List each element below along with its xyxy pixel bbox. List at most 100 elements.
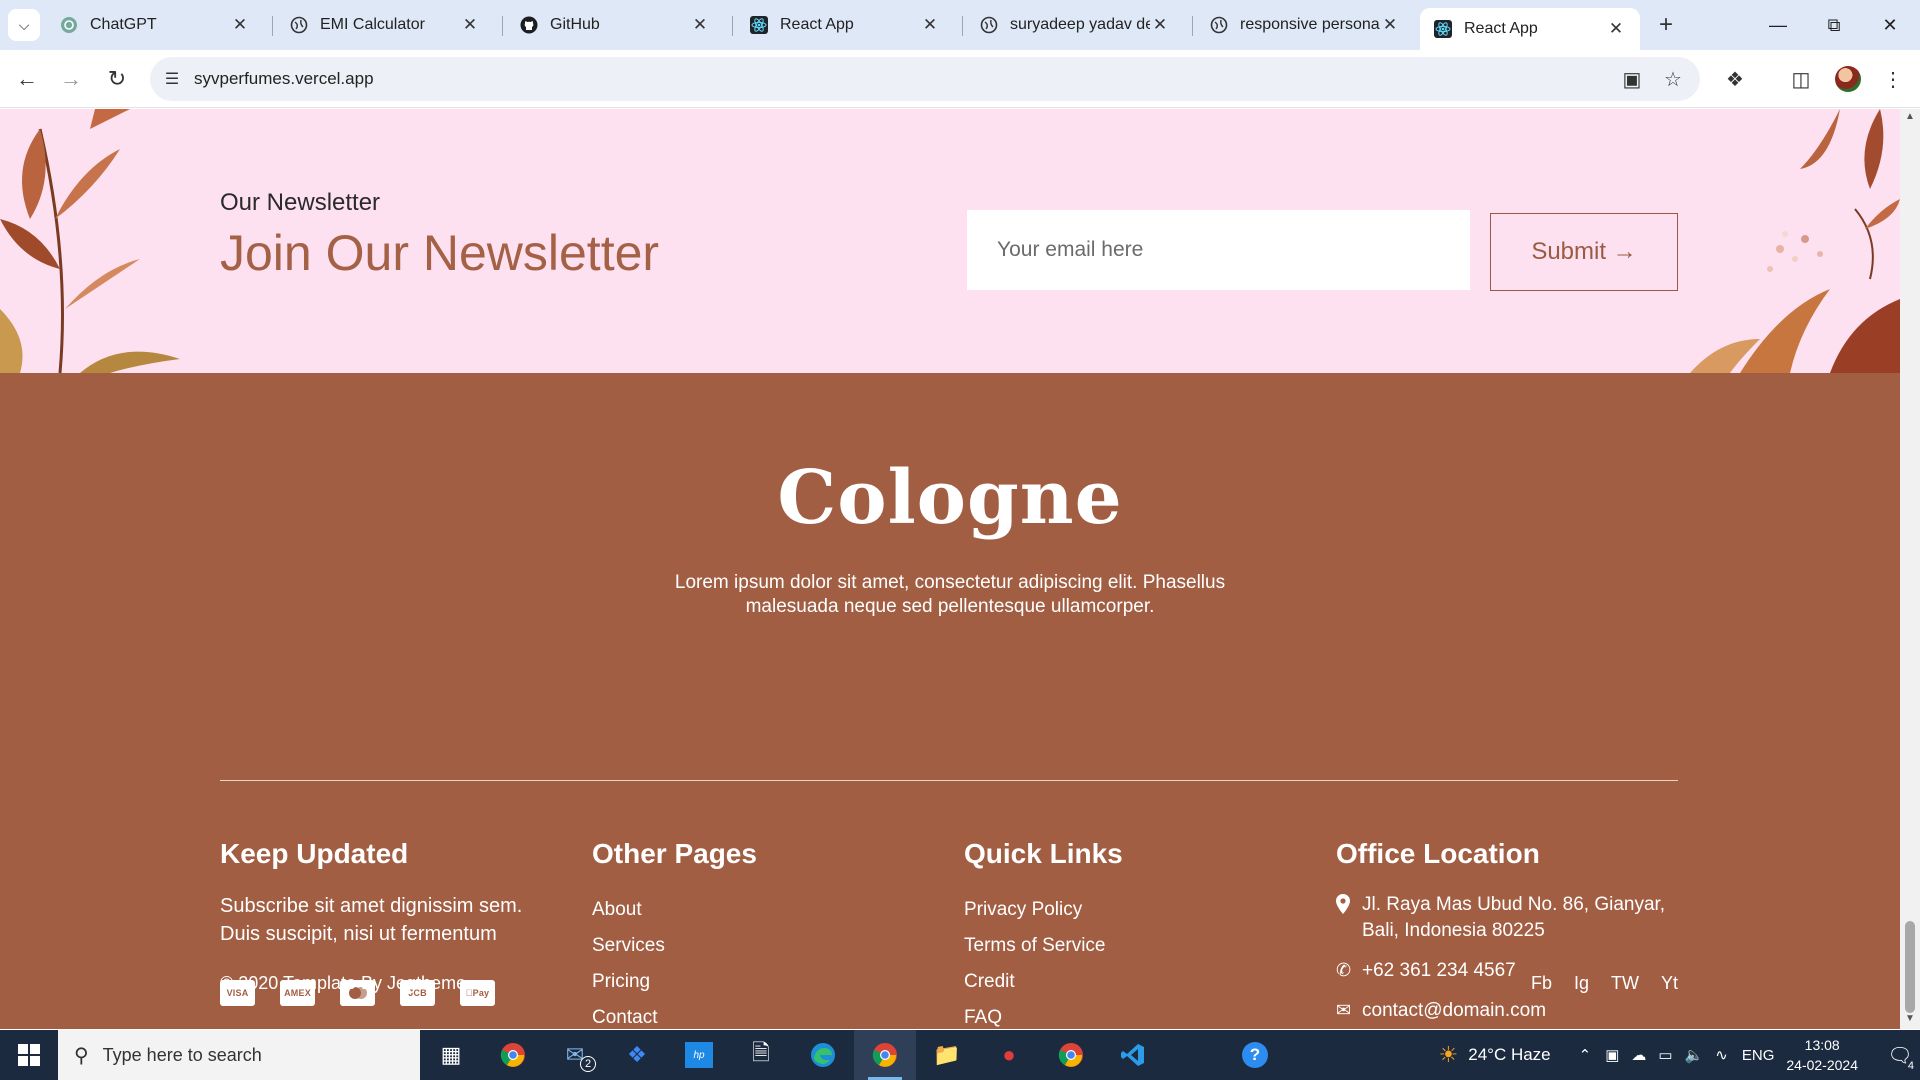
social-link-youtube[interactable]: Yt [1661, 973, 1678, 994]
taskbar-mail[interactable]: ✉ 2 [544, 1030, 606, 1080]
reload-button[interactable]: ↻ [100, 62, 134, 96]
tab-chatgpt[interactable]: ChatGPT ✕ [46, 8, 264, 42]
keep-updated-text: Subscribe sit amet dignissim sem. Duis s… [220, 895, 523, 945]
footer-divider [220, 780, 1678, 781]
tab-react-app[interactable]: React App ✕ [736, 8, 954, 42]
scroll-down-icon[interactable]: ▼ [1904, 1013, 1916, 1024]
menu-kebab-icon[interactable]: ⋮ [1878, 64, 1908, 94]
minimize-icon: — [1769, 14, 1787, 35]
scrollbar-thumb[interactable] [1905, 921, 1915, 1013]
url-text[interactable]: syvperfumes.vercel.app [194, 69, 374, 89]
link-credit[interactable]: Credit [964, 964, 1123, 1000]
site-settings-icon[interactable]: ☰ [150, 69, 194, 89]
system-tray: ☀ 24°C Haze ⌃ ▣ ☁ ▭ 🔈 ∿ ENG 13:08 24-02-… [1439, 1030, 1920, 1080]
taskbar-clock[interactable]: 13:08 24-02-2024 [1786, 1035, 1858, 1075]
dropbox-icon: ❖ [627, 1042, 647, 1067]
github-icon [520, 16, 538, 34]
link-about[interactable]: About [592, 892, 757, 928]
tab-suryadeep-yadav[interactable]: suryadeep yadav dev ✕ [966, 8, 1184, 42]
close-icon[interactable]: ✕ [1606, 19, 1626, 39]
taskbar-vscode[interactable] [1102, 1030, 1164, 1080]
address-bar[interactable]: ☰ syvperfumes.vercel.app ▣ ☆ [150, 57, 1700, 101]
copyright-text: © 2020 Template By Jegtheme [220, 973, 467, 993]
language-indicator[interactable]: ENG [1742, 1047, 1775, 1064]
notification-center[interactable]: 🗨 4 [1880, 1043, 1920, 1072]
taskbar-help[interactable]: ? [1224, 1030, 1286, 1080]
tab-search-button[interactable]: ⌵ [8, 9, 40, 41]
tab-github[interactable]: GitHub ✕ [506, 8, 724, 42]
social-link-instagram[interactable]: Ig [1574, 973, 1589, 994]
tab-separator [272, 16, 273, 36]
battery-icon[interactable]: ▭ [1658, 1046, 1672, 1064]
office-location-heading: Office Location [1336, 838, 1540, 869]
tab-react-app-active[interactable]: React App ✕ [1420, 8, 1640, 50]
taskbar-file-explorer[interactable]: 📁 [916, 1030, 978, 1080]
taskbar-edge[interactable] [792, 1030, 854, 1080]
link-services[interactable]: Services [592, 928, 757, 964]
new-tab-button[interactable]: + [1650, 9, 1682, 41]
link-terms-of-service[interactable]: Terms of Service [964, 928, 1123, 964]
cologne-logo[interactable]: Cologne [0, 455, 1900, 541]
globe-icon [290, 16, 308, 34]
link-faq[interactable]: FAQ [964, 1000, 1123, 1029]
social-link-facebook[interactable]: Fb [1531, 973, 1552, 994]
install-app-icon[interactable]: ▣ [1620, 67, 1644, 91]
close-icon[interactable]: ✕ [1380, 15, 1400, 35]
wifi-icon[interactable]: ∿ [1715, 1046, 1728, 1064]
start-button[interactable] [0, 1030, 58, 1080]
office-email[interactable]: contact@domain.com [1362, 998, 1682, 1024]
site-footer: Cologne Lorem ipsum dolor sit amet, cons… [0, 373, 1900, 1029]
close-icon[interactable]: ✕ [230, 15, 250, 35]
windows-logo-icon [18, 1044, 40, 1066]
task-view-button[interactable]: ▦ [420, 1030, 482, 1080]
document-icon: 🗎 [752, 1040, 770, 1065]
close-icon[interactable]: ✕ [690, 15, 710, 35]
newsletter-section: Our Newsletter Join Our Newsletter Submi… [0, 109, 1900, 373]
weather-text[interactable]: 24°C Haze [1468, 1045, 1550, 1065]
scroll-up-icon[interactable]: ▲ [1904, 111, 1916, 122]
meet-icon[interactable]: ▣ [1605, 1046, 1619, 1064]
globe-icon [980, 16, 998, 34]
restore-button[interactable]: ⧉ [1806, 0, 1862, 50]
profile-avatar[interactable] [1835, 66, 1861, 92]
phone-icon: ✆ [1336, 960, 1352, 980]
close-window-button[interactable]: ✕ [1862, 0, 1918, 50]
taskbar-chrome-2[interactable] [1040, 1030, 1102, 1080]
taskbar-dropbox[interactable]: ❖ [606, 1030, 668, 1080]
footer-about-text: Lorem ipsum dolor sit amet, consectetur … [674, 572, 1226, 617]
taskbar-chrome-active[interactable] [854, 1030, 916, 1080]
tab-responsive-personal[interactable]: responsive personal ✕ [1196, 8, 1414, 42]
taskbar-search-placeholder: Type here to search [102, 1044, 262, 1065]
social-link-twitter[interactable]: TW [1611, 973, 1639, 994]
extensions-icon[interactable]: ❖ [1720, 64, 1750, 94]
side-panel-icon[interactable]: ◫ [1786, 64, 1816, 94]
link-contact[interactable]: Contact [592, 1000, 757, 1029]
taskbar-recorder[interactable]: ● [978, 1030, 1040, 1080]
star-icon[interactable]: ☆ [1661, 67, 1685, 91]
close-icon[interactable]: ✕ [920, 15, 940, 35]
minimize-button[interactable]: — [1750, 0, 1806, 50]
back-button[interactable]: ← [10, 62, 44, 96]
close-icon[interactable]: ✕ [460, 15, 480, 35]
link-pricing[interactable]: Pricing [592, 964, 757, 1000]
close-icon[interactable]: ✕ [1150, 15, 1170, 35]
cloud-offline-icon[interactable]: ☁ [1631, 1046, 1646, 1064]
tab-separator [502, 16, 503, 36]
map-pin-icon [1336, 894, 1362, 919]
quick-links-column: Quick Links Privacy Policy Terms of Serv… [964, 838, 1123, 1029]
taskbar-document[interactable]: 🗎 [730, 1030, 792, 1080]
taskbar-myhp[interactable]: hp [668, 1030, 730, 1080]
link-privacy-policy[interactable]: Privacy Policy [964, 892, 1123, 928]
taskbar-search[interactable]: ⚲ Type here to search [58, 1030, 420, 1080]
chevron-up-icon[interactable]: ⌃ [1579, 1046, 1592, 1064]
forward-button[interactable]: → [54, 62, 88, 96]
weather-icon: ☀ [1438, 1042, 1459, 1067]
volume-icon[interactable]: 🔈 [1685, 1046, 1704, 1064]
page-scrollbar[interactable]: ▲ ▼ [1900, 109, 1920, 1029]
tab-emi-calculator[interactable]: EMI Calculator ✕ [276, 8, 494, 42]
email-input[interactable] [967, 210, 1470, 290]
taskbar-chrome-1[interactable] [482, 1030, 544, 1080]
submit-button[interactable]: Submit → [1490, 213, 1678, 291]
office-email-row: ✉ contact@domain.com [1336, 998, 1682, 1024]
plus-icon: + [1658, 11, 1673, 38]
